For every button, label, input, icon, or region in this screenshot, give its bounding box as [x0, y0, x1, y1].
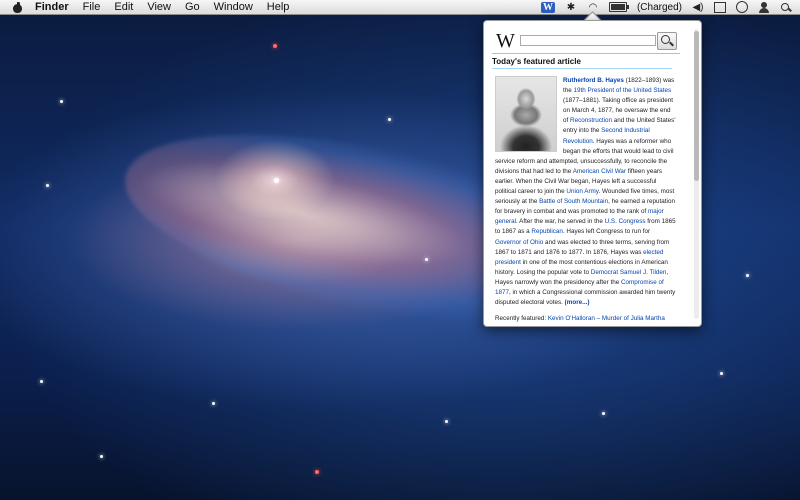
article-link[interactable]: U.S. Congress	[605, 218, 646, 225]
star	[100, 455, 103, 458]
menu-bar: Finder File Edit View Go Window Help W ✱…	[0, 0, 800, 15]
recently-featured: Recently featured: Kevin O'Halloran – Mu…	[495, 314, 677, 324]
battery-level	[610, 4, 625, 10]
featured-article: Rutherford B. Hayes (1822–1893) was the …	[495, 76, 677, 324]
user-icon[interactable]	[758, 1, 770, 13]
menu-go[interactable]: Go	[185, 0, 200, 14]
star	[720, 372, 723, 375]
article-link[interactable]: Reconstruction	[570, 117, 612, 124]
volume-icon[interactable]: ◀)	[692, 2, 704, 13]
popover-scrollbar[interactable]	[694, 29, 699, 319]
wikipedia-menu-icon[interactable]: W	[540, 1, 555, 13]
star	[425, 258, 428, 261]
star	[273, 44, 277, 48]
search-button[interactable]	[657, 32, 677, 50]
star	[388, 118, 391, 121]
article-text: . Hayes left Congress to run for	[562, 228, 651, 236]
section-title: Today's featured article	[492, 57, 672, 69]
spotlight-search-icon[interactable]	[780, 2, 792, 13]
article-text: . After the war, he served in the	[516, 218, 605, 226]
battery-icon[interactable]	[608, 2, 629, 12]
recently-featured-label: Recently featured:	[495, 315, 548, 323]
apple-menu-icon[interactable]	[12, 1, 23, 13]
menu-finder[interactable]: Finder	[35, 0, 69, 14]
article-subject-link[interactable]: Rutherford B. Hayes	[563, 77, 624, 84]
menu-file[interactable]: File	[83, 0, 101, 14]
article-link[interactable]: Governor of Ohio	[495, 239, 543, 246]
menu-view[interactable]: View	[147, 0, 171, 14]
recently-featured-link[interactable]: Kevin O'Halloran – Murder of Julia Marth…	[548, 315, 665, 322]
wikipedia-popover: W Today's featured article Rutherford B.…	[483, 20, 702, 327]
star	[46, 184, 49, 187]
star	[274, 178, 279, 183]
star	[40, 380, 43, 383]
star	[445, 420, 448, 423]
article-link[interactable]: American Civil War	[573, 168, 626, 175]
star	[60, 100, 63, 103]
search-bar: W	[492, 29, 680, 54]
article-link[interactable]: Union Army	[566, 188, 598, 195]
display-icon[interactable]	[714, 1, 726, 13]
article-portrait-image[interactable]	[495, 76, 557, 152]
scrollbar-thumb[interactable]	[694, 31, 699, 181]
menu-help[interactable]: Help	[267, 0, 290, 14]
article-link[interactable]: Battle of South Mountain	[539, 198, 608, 205]
search-input[interactable]	[520, 35, 656, 46]
star	[212, 402, 215, 405]
bluetooth-icon[interactable]: ✱	[565, 2, 577, 13]
menu-edit[interactable]: Edit	[114, 0, 133, 14]
battery-status-text[interactable]: (Charged)	[637, 2, 682, 13]
time-machine-icon[interactable]	[736, 1, 748, 13]
status-menu-area: W ✱ ◠ (Charged) ◀)	[540, 0, 792, 14]
menu-window[interactable]: Window	[214, 0, 253, 14]
article-link[interactable]: Democrat Samuel J. Tilden	[591, 269, 667, 276]
more-link[interactable]: (more...)	[565, 299, 590, 306]
star	[602, 412, 605, 415]
wikipedia-logo: W	[496, 30, 515, 52]
article-link[interactable]: 19th President of the United States	[574, 87, 672, 94]
article-link[interactable]: Republican	[531, 228, 563, 235]
star	[315, 470, 319, 474]
star	[746, 274, 749, 277]
